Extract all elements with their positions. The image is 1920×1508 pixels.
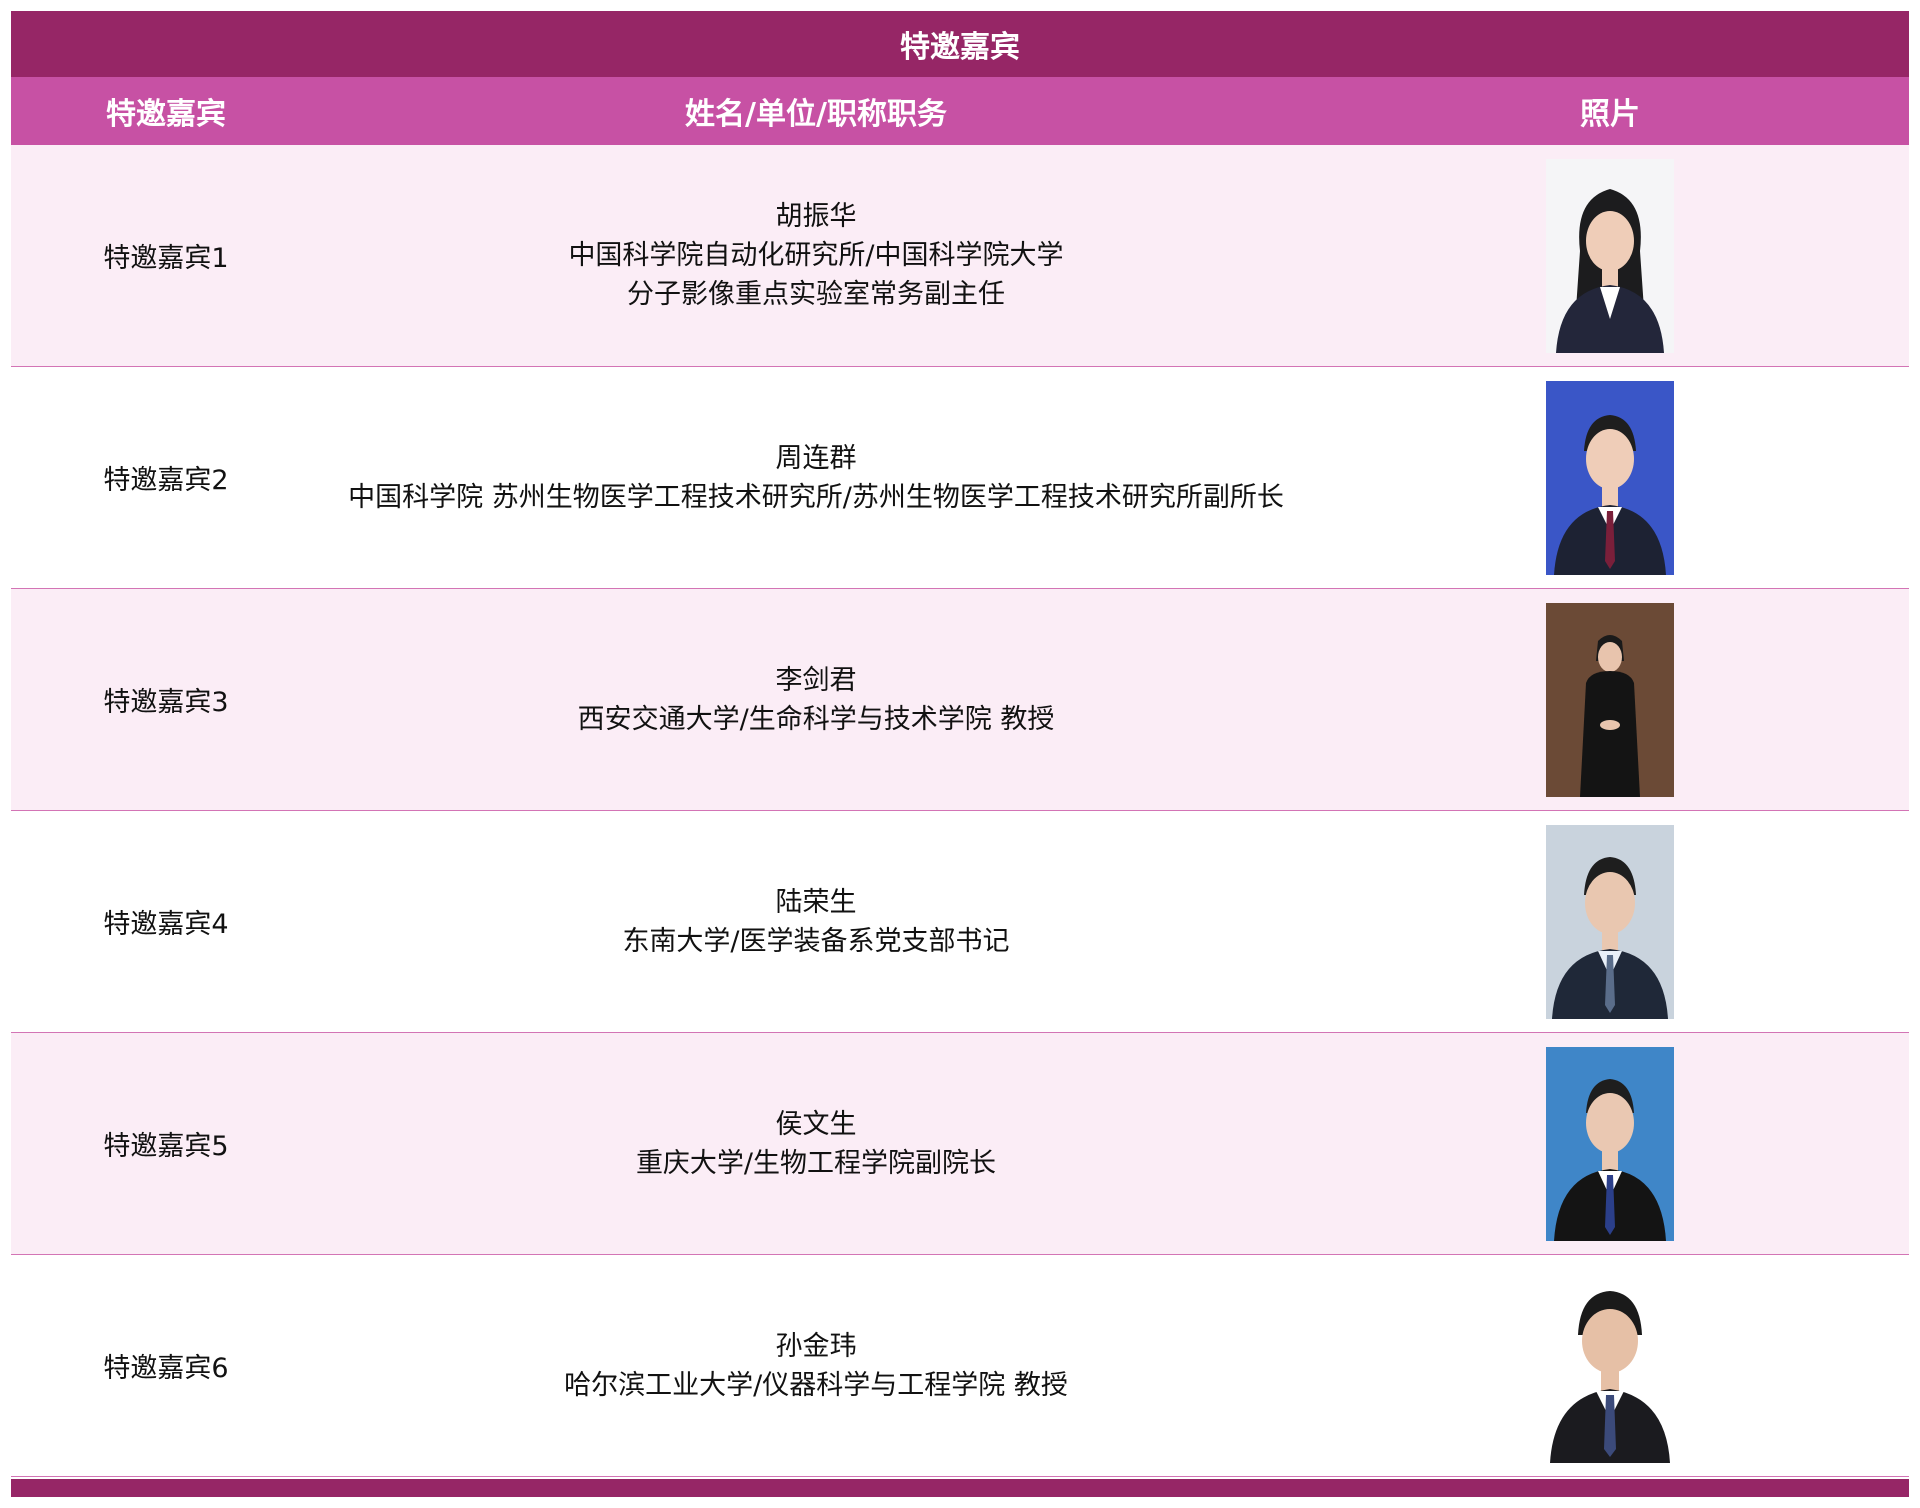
guest-affiliation: 中国科学院 苏州生物医学工程技术研究所/苏州生物医学工程技术研究所副所长 (348, 481, 1284, 513)
photo-cell (1311, 158, 1909, 353)
guest-name: 李剑君 (775, 664, 857, 696)
guest-affiliation: 东南大学/医学装备系党支部书记 (622, 925, 1010, 957)
guest-label: 特邀嘉宾2 (103, 465, 229, 496)
table-row: 特邀嘉宾4 陆荣生 东南大学/医学装备系党支部书记 (11, 811, 1909, 1033)
portrait-photo (1546, 380, 1674, 575)
portrait-photo (1546, 824, 1674, 1019)
guest-affiliation: 哈尔滨工业大学/仪器科学与工程学院 教授 (564, 1369, 1068, 1401)
guest-info: 李剑君 西安交通大学/生命科学与技术学院 教授 (321, 661, 1311, 739)
guest-name: 陆荣生 (775, 886, 857, 918)
guest-info: 周连群 中国科学院 苏州生物医学工程技术研究所/苏州生物医学工程技术研究所副所长 (321, 439, 1311, 517)
guest-name: 孙金玮 (775, 1330, 857, 1362)
guest-affiliation: 中国科学院自动化研究所/中国科学院大学 (568, 240, 1064, 271)
photo-cell (1311, 602, 1909, 797)
guest-label: 特邀嘉宾3 (103, 687, 229, 718)
portrait-photo (1546, 1046, 1674, 1241)
table-row: 特邀嘉宾1 胡振华 中国科学院自动化研究所/中国科学院大学 分子影像重点实验室常… (11, 145, 1909, 367)
guest-table: 特邀嘉宾 特邀嘉宾 姓名/单位/职称职务 照片 特邀嘉宾1 胡振华 中国科学院自… (11, 11, 1909, 1497)
guest-info: 孙金玮 哈尔滨工业大学/仪器科学与工程学院 教授 (321, 1327, 1311, 1405)
guest-info: 胡振华 中国科学院自动化研究所/中国科学院大学 分子影像重点实验室常务副主任 (321, 197, 1311, 314)
table-row: 特邀嘉宾3 李剑君 西安交通大学/生命科学与技术学院 教授 (11, 589, 1909, 811)
guest-info: 陆荣生 东南大学/医学装备系党支部书记 (321, 883, 1311, 961)
guest-label: 特邀嘉宾6 (103, 1353, 229, 1384)
table-header-row: 特邀嘉宾 姓名/单位/职称职务 照片 (11, 77, 1909, 145)
guest-position: 分子影像重点实验室常务副主任 (627, 279, 1005, 310)
guest-label: 特邀嘉宾1 (103, 243, 229, 274)
table-row: 特邀嘉宾5 侯文生 重庆大学/生物工程学院副院长 (11, 1033, 1909, 1255)
guest-name: 周连群 (775, 442, 857, 474)
header-guest: 特邀嘉宾 (106, 97, 226, 132)
guest-label: 特邀嘉宾5 (103, 1131, 229, 1162)
table-row: 特邀嘉宾2 周连群 中国科学院 苏州生物医学工程技术研究所/苏州生物医学工程技术… (11, 367, 1909, 589)
guest-affiliation: 西安交通大学/生命科学与技术学院 教授 (577, 703, 1055, 735)
portrait-photo (1546, 1268, 1674, 1463)
table-bottom-bar (11, 1479, 1909, 1497)
table-row: 特邀嘉宾6 孙金玮 哈尔滨工业大学/仪器科学与工程学院 教授 (11, 1255, 1909, 1477)
guest-label: 特邀嘉宾4 (103, 909, 229, 940)
photo-cell (1311, 1046, 1909, 1241)
table-title: 特邀嘉宾 (11, 11, 1909, 77)
table-title-text: 特邀嘉宾 (900, 30, 1020, 65)
photo-cell (1311, 824, 1909, 1019)
photo-cell (1311, 380, 1909, 575)
portrait-photo (1546, 158, 1674, 353)
header-photo: 照片 (1580, 97, 1640, 132)
guest-info: 侯文生 重庆大学/生物工程学院副院长 (321, 1105, 1311, 1183)
guest-name: 胡振华 (775, 201, 857, 232)
photo-cell (1311, 1268, 1909, 1463)
portrait-photo (1546, 602, 1674, 797)
guest-name: 侯文生 (775, 1108, 857, 1140)
header-name-unit-title: 姓名/单位/职称职务 (685, 97, 947, 132)
guest-affiliation: 重庆大学/生物工程学院副院长 (635, 1147, 997, 1179)
